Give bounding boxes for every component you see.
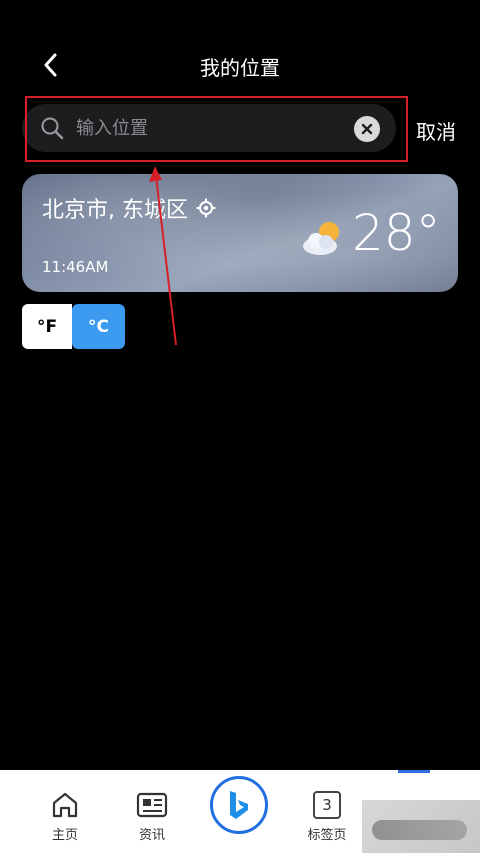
nav-label-news: 资讯	[138, 828, 165, 843]
partly-cloudy-icon	[303, 222, 339, 255]
location-time: 11:46AM	[42, 258, 109, 276]
page-title: 我的位置	[200, 56, 280, 80]
home-icon	[48, 788, 82, 822]
nav-item-tabs[interactable]: 3 标签页	[291, 770, 363, 853]
corner-overlay-graphic	[362, 800, 480, 853]
header: 我的位置	[0, 40, 480, 90]
location-name: 北京市, 东城区	[42, 198, 188, 223]
nav-item-news[interactable]: 资讯	[116, 770, 188, 853]
nav-item-home[interactable]: 主页	[29, 770, 101, 853]
current-location-weather-card[interactable]: 北京市, 东城区 11:46AM 28°	[22, 174, 458, 292]
clear-search-button[interactable]	[354, 116, 380, 142]
close-icon	[361, 123, 373, 135]
tabs-icon: 3	[310, 788, 344, 822]
cancel-button[interactable]: 取消	[416, 116, 456, 145]
search-input[interactable]	[76, 112, 346, 144]
search-icon	[41, 117, 64, 140]
fahrenheit-option[interactable]: °F	[22, 304, 72, 349]
tabs-count: 3	[313, 791, 341, 819]
celsius-option[interactable]: °C	[72, 304, 125, 349]
temperature-unit-toggle: °F °C	[22, 304, 125, 349]
nav-label-tabs: 标签页	[307, 828, 347, 843]
search-bar[interactable]	[22, 104, 396, 152]
location-name-row: 北京市, 东城区	[42, 192, 216, 224]
nav-label-home: 主页	[51, 828, 78, 843]
news-icon	[135, 788, 169, 822]
menu-active-indicator	[398, 770, 430, 773]
bing-icon	[230, 791, 248, 819]
locate-icon	[196, 198, 216, 218]
bing-chat-button[interactable]	[210, 776, 268, 834]
temperature: 28°	[352, 204, 441, 262]
